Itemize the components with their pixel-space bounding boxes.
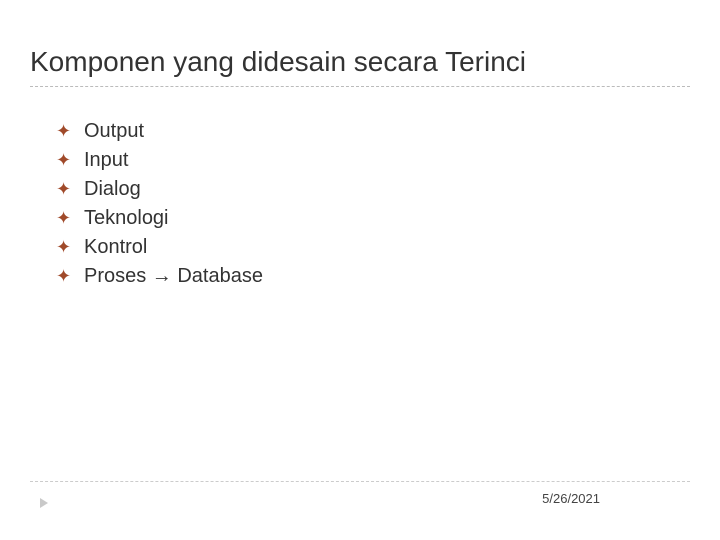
bullet-list: ✦ Output ✦ Input ✦ Dialog ✦ Teknologi ✦ … [56, 120, 680, 294]
list-item: ✦ Input [56, 149, 680, 172]
bullet-icon: ✦ [56, 237, 84, 258]
list-item: ✦ Proses → Database [56, 265, 680, 288]
bullet-icon: ✦ [56, 266, 84, 287]
footer-divider [30, 481, 690, 482]
slide: Komponen yang didesain secara Terinci ✦ … [0, 0, 720, 540]
list-item-label: Dialog [84, 178, 141, 201]
bullet-icon: ✦ [56, 121, 84, 142]
list-item-label: Teknologi [84, 207, 169, 230]
list-item: ✦ Kontrol [56, 236, 680, 259]
footer-arrow-icon [40, 498, 48, 508]
bullet-icon: ✦ [56, 208, 84, 229]
list-item-label: Kontrol [84, 236, 147, 259]
bullet-icon: ✦ [56, 179, 84, 200]
list-item: ✦ Teknologi [56, 207, 680, 230]
list-item-label: Input [84, 149, 128, 172]
list-item-label: Proses → Database [84, 265, 263, 288]
footer-date: 5/26/2021 [542, 491, 600, 506]
bullet-icon: ✦ [56, 150, 84, 171]
list-item-label: Output [84, 120, 144, 143]
slide-title: Komponen yang didesain secara Terinci [30, 46, 690, 87]
list-item: ✦ Dialog [56, 178, 680, 201]
list-item: ✦ Output [56, 120, 680, 143]
